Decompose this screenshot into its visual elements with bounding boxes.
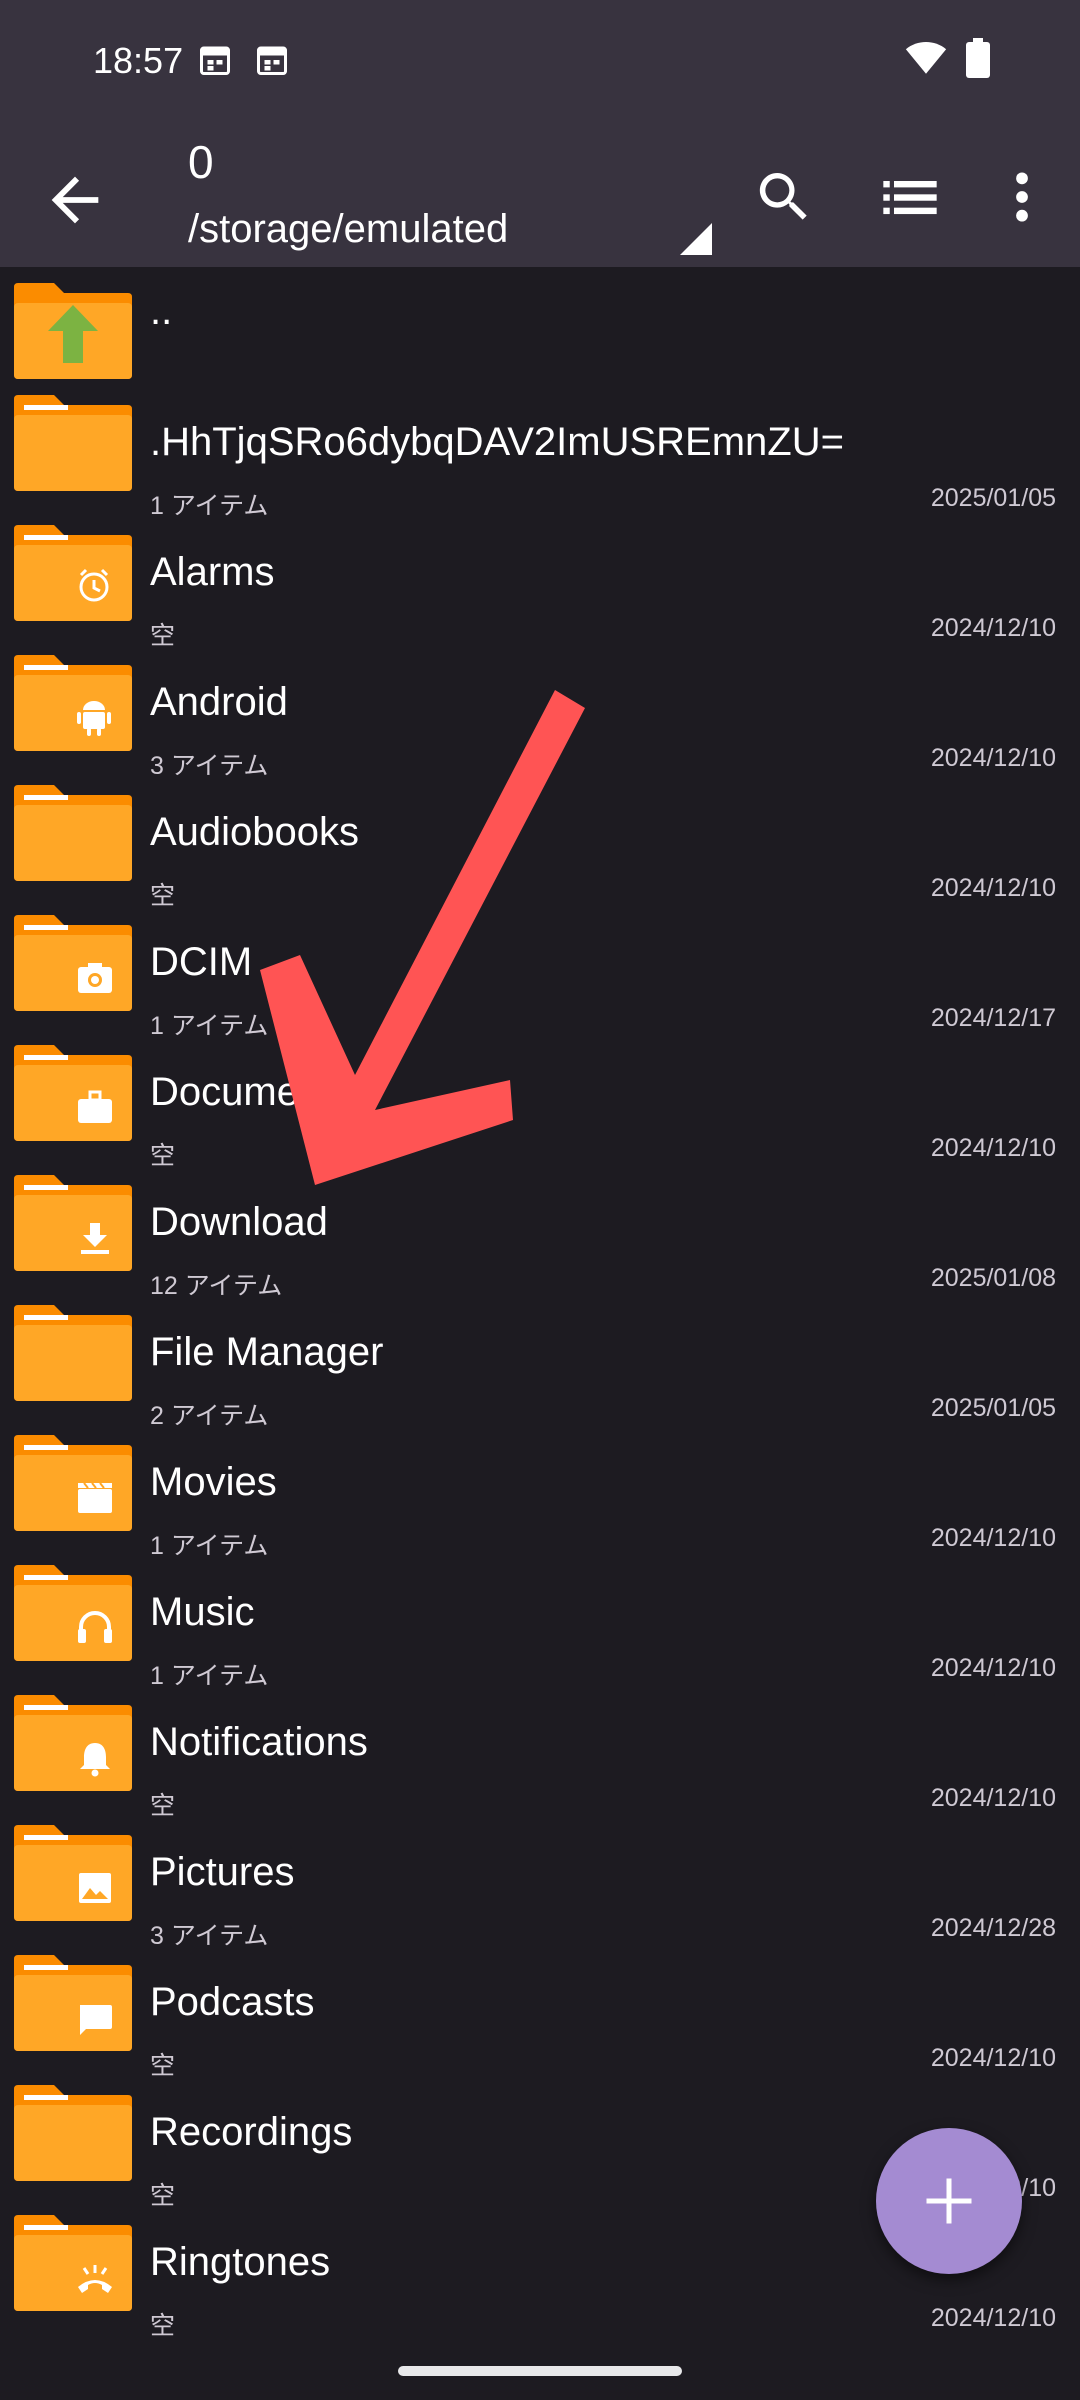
download-folder-icon — [14, 1175, 132, 1271]
folder-icon — [14, 1305, 132, 1401]
file-date: 2024/12/10 — [930, 2044, 1056, 2072]
add-fab-button[interactable] — [876, 2128, 1022, 2274]
folder-icon — [14, 2085, 132, 2181]
page-title[interactable]: 0 — [188, 135, 214, 189]
calendar-icon — [257, 46, 287, 75]
image-folder-icon — [14, 1825, 132, 1921]
bell-folder-icon — [14, 1695, 132, 1791]
file-date: 2024/12/10 — [930, 614, 1056, 642]
file-name: Recordings — [150, 2110, 353, 2154]
file-date: 2025/01/05 — [930, 484, 1056, 512]
file-name: .HhTjqSRo6dybqDAV2ImUSREmnZU= — [150, 420, 844, 464]
file-name: Podcasts — [150, 1980, 315, 2024]
list-item[interactable]: Music 1 アイテム 2024/12/10 — [0, 1552, 1080, 1690]
file-name: Documents — [150, 1070, 353, 1114]
chat-folder-icon — [14, 1955, 132, 2051]
file-date: 2025/01/08 — [930, 1264, 1056, 1292]
android-folder-icon — [14, 655, 132, 751]
file-date: 2024/12/10 — [930, 1784, 1056, 1812]
file-date: 2024/12/10 — [930, 874, 1056, 902]
file-date: 2024/12/10 — [930, 1524, 1056, 1552]
ringtone-folder-icon — [14, 2215, 132, 2311]
list-item[interactable]: Alarms 空 2024/12/10 — [0, 512, 1080, 650]
file-name: Alarms — [150, 550, 275, 594]
file-list: .. .HhTjqSRo6dybqDAV2ImUSREmnZU= 1 アイテム … — [0, 267, 1080, 2340]
dropdown-corner-icon[interactable] — [680, 223, 712, 255]
status-bar: 18:57 — [0, 0, 1080, 125]
file-date: 2024/12/10 — [930, 744, 1056, 772]
file-date: 2024/12/28 — [930, 1914, 1056, 1942]
file-meta: 空 — [150, 2312, 176, 2340]
current-path[interactable]: /storage/emulated — [188, 207, 508, 252]
camera-folder-icon — [14, 915, 132, 1011]
list-item[interactable]: DCIM 1 アイテム 2024/12/17 — [0, 902, 1080, 1040]
file-date: 2024/12/17 — [930, 1004, 1056, 1032]
folder-icon — [14, 785, 132, 881]
list-item[interactable]: Download 12 アイテム 2025/01/08 — [0, 1162, 1080, 1300]
file-name: DCIM — [150, 940, 253, 984]
alarm-folder-icon — [14, 525, 132, 621]
file-name: Pictures — [150, 1850, 295, 1894]
more-vert-icon[interactable] — [1000, 165, 1044, 229]
wifi-icon — [905, 42, 947, 74]
app-bar: 0 /storage/emulated — [0, 125, 1080, 267]
file-name: Download — [150, 1200, 328, 1244]
search-icon[interactable] — [752, 165, 816, 229]
file-date: 2024/12/10 — [930, 2304, 1056, 2332]
list-item[interactable]: Android 3 アイテム 2024/12/10 — [0, 642, 1080, 780]
file-name: Android — [150, 680, 288, 724]
home-indicator[interactable] — [398, 2366, 682, 2376]
folder-icon — [14, 395, 132, 491]
list-item-parent-folder[interactable]: .. — [0, 267, 1080, 382]
file-date: 2025/01/05 — [930, 1394, 1056, 1422]
list-item[interactable]: Documents 空 2024/12/10 — [0, 1032, 1080, 1170]
list-view-icon[interactable] — [878, 165, 942, 229]
briefcase-folder-icon — [14, 1045, 132, 1141]
battery-icon — [966, 38, 990, 78]
folder-up-icon — [14, 283, 132, 379]
file-name: .. — [150, 289, 173, 333]
plus-icon — [926, 2178, 972, 2224]
file-name: Ringtones — [150, 2240, 331, 2284]
list-item[interactable]: Pictures 3 アイテム 2024/12/28 — [0, 1812, 1080, 1950]
list-item[interactable]: .HhTjqSRo6dybqDAV2ImUSREmnZU= 1 アイテム 202… — [0, 382, 1080, 520]
file-name: Movies — [150, 1460, 277, 1504]
file-name: Music — [150, 1590, 255, 1634]
file-date: 2024/12/10 — [930, 1134, 1056, 1162]
calendar-icon — [200, 46, 230, 75]
back-arrow-icon[interactable] — [40, 165, 110, 235]
status-time: 18:57 — [93, 40, 184, 81]
list-item[interactable]: Podcasts 空 2024/12/10 — [0, 1942, 1080, 2080]
movie-folder-icon — [14, 1435, 132, 1531]
file-name: Audiobooks — [150, 810, 360, 854]
list-item[interactable]: Notifications 空 2024/12/10 — [0, 1682, 1080, 1820]
list-item[interactable]: Movies 1 アイテム 2024/12/10 — [0, 1422, 1080, 1560]
file-date: 2024/12/10 — [930, 1654, 1056, 1682]
headphones-folder-icon — [14, 1565, 132, 1661]
file-name: File Manager — [150, 1330, 384, 1374]
list-item[interactable]: File Manager 2 アイテム 2025/01/05 — [0, 1292, 1080, 1430]
file-name: Notifications — [150, 1720, 368, 1764]
list-item[interactable]: Audiobooks 空 2024/12/10 — [0, 772, 1080, 910]
